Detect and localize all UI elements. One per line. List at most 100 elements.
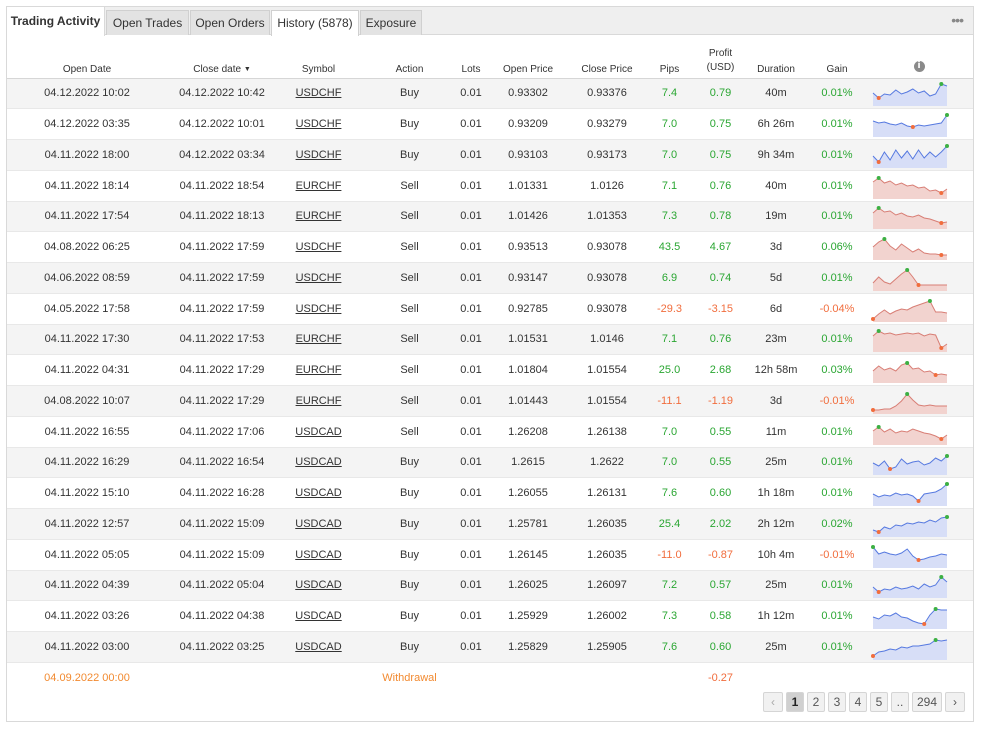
more-options-icon[interactable]: ••• bbox=[951, 13, 964, 27]
symbol-link[interactable]: EURCHF bbox=[277, 354, 360, 386]
symbol-link[interactable]: USDCAD bbox=[277, 477, 360, 509]
table-row[interactable]: 04.11.2022 16:55 04.11.2022 17:06 USDCAD Se… bbox=[7, 416, 973, 448]
table-row[interactable]: 04.11.2022 12:57 04.11.2022 15:09 USDCAD Bu… bbox=[7, 508, 973, 540]
profit-cell: -0.87 bbox=[698, 539, 743, 571]
table-row[interactable]: 04.08.2022 10:07 04.11.2022 17:29 EURCHF Se… bbox=[7, 385, 973, 417]
gain-cell: 0.01% bbox=[809, 600, 865, 632]
profit-cell: 0.60 bbox=[698, 631, 743, 663]
col-duration[interactable]: Duration bbox=[743, 42, 809, 79]
table-row[interactable]: 04.11.2022 18:14 04.11.2022 18:54 EURCHF Se… bbox=[7, 170, 973, 202]
table-row[interactable]: 04.11.2022 05:05 04.11.2022 15:09 USDCAD Bu… bbox=[7, 539, 973, 571]
open-date-cell: 04.08.2022 06:25 bbox=[7, 231, 167, 263]
symbol-link[interactable]: USDCHF bbox=[277, 139, 360, 171]
open-date-cell: 04.11.2022 18:14 bbox=[7, 170, 167, 202]
symbol-link[interactable]: USDCAD bbox=[277, 508, 360, 540]
action-cell: Buy bbox=[360, 477, 459, 509]
col-close-date[interactable]: Close date ▼ bbox=[167, 42, 277, 79]
symbol-link[interactable]: USDCAD bbox=[277, 447, 360, 479]
close-price-cell: 0.93173 bbox=[573, 139, 641, 171]
open-date-cell: 04.11.2022 15:10 bbox=[7, 477, 167, 509]
tab-history[interactable]: History (5878) bbox=[271, 10, 359, 36]
prev-page-button[interactable]: ‹ bbox=[763, 692, 783, 712]
pips-cell: 7.3 bbox=[641, 201, 698, 233]
page-button-5[interactable]: 5 bbox=[870, 692, 888, 712]
action-cell: Buy bbox=[360, 539, 459, 571]
symbol-link[interactable]: USDCHF bbox=[277, 231, 360, 263]
action-cell: Sell bbox=[360, 385, 459, 417]
next-page-button[interactable]: › bbox=[945, 692, 965, 712]
table-row[interactable]: 04.12.2022 03:35 04.12.2022 10:01 USDCHF Bu… bbox=[7, 108, 973, 140]
pips-cell: 7.1 bbox=[641, 324, 698, 356]
lots-cell: 0.01 bbox=[459, 508, 483, 540]
symbol-link[interactable]: USDCAD bbox=[277, 570, 360, 602]
col-open-date[interactable]: Open Date bbox=[7, 42, 167, 79]
action-cell: Buy bbox=[360, 570, 459, 602]
col-gain[interactable]: Gain bbox=[809, 42, 865, 79]
gain-cell: 0.01% bbox=[809, 416, 865, 448]
col-pips[interactable]: Pips bbox=[641, 42, 698, 79]
lots-cell: 0.01 bbox=[459, 385, 483, 417]
duration-cell: 6d bbox=[743, 293, 809, 325]
table-row[interactable]: 04.05.2022 17:58 04.11.2022 17:59 USDCHF Se… bbox=[7, 293, 973, 325]
profit-cell: 2.68 bbox=[698, 354, 743, 386]
symbol-link[interactable]: USDCHF bbox=[277, 293, 360, 325]
tab-open-orders[interactable]: Open Orders bbox=[190, 10, 270, 35]
table-row[interactable]: 04.08.2022 06:25 04.11.2022 17:59 USDCHF Se… bbox=[7, 231, 973, 263]
col-close-price[interactable]: Close Price bbox=[573, 42, 641, 79]
pips-cell: 7.0 bbox=[641, 416, 698, 448]
symbol-link[interactable]: USDCAD bbox=[277, 416, 360, 448]
page-button-1[interactable]: 1 bbox=[786, 692, 804, 712]
symbol-link[interactable]: USDCAD bbox=[277, 539, 360, 571]
close-price-cell: 0.93279 bbox=[573, 108, 641, 140]
table-row[interactable]: 04.12.2022 10:02 04.12.2022 10:42 USDCHF Bu… bbox=[7, 78, 973, 110]
tab-exposure[interactable]: Exposure bbox=[360, 10, 422, 35]
gain-cell: 0.01% bbox=[809, 108, 865, 140]
symbol-link[interactable]: USDCHF bbox=[277, 262, 360, 294]
action-cell: Buy bbox=[360, 447, 459, 479]
tab-open-trades[interactable]: Open Trades bbox=[106, 10, 189, 35]
table-row[interactable]: 04.11.2022 03:00 04.11.2022 03:25 USDCAD Bu… bbox=[7, 631, 973, 663]
symbol-link[interactable]: USDCHF bbox=[277, 78, 360, 110]
col-profit[interactable]: Profit (USD) bbox=[698, 42, 743, 79]
table-row[interactable]: 04.11.2022 17:30 04.11.2022 17:53 EURCHF Se… bbox=[7, 324, 973, 356]
table-row[interactable]: 04.11.2022 17:54 04.11.2022 18:13 EURCHF Se… bbox=[7, 201, 973, 233]
col-symbol[interactable]: Symbol bbox=[277, 42, 360, 79]
table-row[interactable]: 04.11.2022 04:39 04.11.2022 05:04 USDCAD Bu… bbox=[7, 570, 973, 602]
col-close-date-label: Close date bbox=[193, 63, 242, 75]
close-price-cell: 1.01353 bbox=[573, 201, 641, 233]
table-row[interactable]: 04.11.2022 16:29 04.11.2022 16:54 USDCAD Bu… bbox=[7, 447, 973, 479]
table-row[interactable]: 04.11.2022 15:10 04.11.2022 16:28 USDCAD Bu… bbox=[7, 477, 973, 509]
table-row[interactable]: 04.11.2022 03:26 04.11.2022 04:38 USDCAD Bu… bbox=[7, 600, 973, 632]
symbol-link[interactable]: USDCHF bbox=[277, 108, 360, 140]
page-button-4[interactable]: 4 bbox=[849, 692, 867, 712]
col-open-price[interactable]: Open Price bbox=[483, 42, 573, 79]
symbol-link[interactable]: USDCAD bbox=[277, 631, 360, 663]
table-row[interactable]: 04.06.2022 08:59 04.11.2022 17:59 USDCHF Se… bbox=[7, 262, 973, 294]
page-button-2[interactable]: 2 bbox=[807, 692, 825, 712]
close-date-cell: 04.12.2022 10:01 bbox=[167, 108, 277, 140]
duration-cell: 12h 58m bbox=[743, 354, 809, 386]
col-lots[interactable]: Lots bbox=[459, 42, 483, 79]
pips-cell: 7.0 bbox=[641, 108, 698, 140]
trade-sparkline bbox=[865, 416, 973, 448]
close-date-cell: 04.12.2022 10:42 bbox=[167, 78, 277, 110]
table-header: Open Date Close date ▼ Symbol Action Lot… bbox=[7, 42, 973, 79]
tab-trading-activity[interactable]: Trading Activity bbox=[7, 7, 105, 36]
trade-sparkline bbox=[865, 385, 973, 417]
open-price-cell: 1.01804 bbox=[483, 354, 573, 386]
close-price-cell: 0.93078 bbox=[573, 231, 641, 263]
symbol-link[interactable]: USDCAD bbox=[277, 600, 360, 632]
open-price-cell: 1.25929 bbox=[483, 600, 573, 632]
page-button-3[interactable]: 3 bbox=[828, 692, 846, 712]
table-row[interactable]: 04.11.2022 18:00 04.12.2022 03:34 USDCHF Bu… bbox=[7, 139, 973, 171]
col-action[interactable]: Action bbox=[360, 42, 459, 79]
symbol-link[interactable]: EURCHF bbox=[277, 324, 360, 356]
info-icon[interactable]: i bbox=[913, 60, 925, 72]
symbol-link[interactable]: EURCHF bbox=[277, 385, 360, 417]
open-date-cell: 04.11.2022 03:26 bbox=[7, 600, 167, 632]
pips-cell: 7.1 bbox=[641, 170, 698, 202]
symbol-link[interactable]: EURCHF bbox=[277, 170, 360, 202]
page-button-last[interactable]: 294 bbox=[912, 692, 942, 712]
table-row[interactable]: 04.11.2022 04:31 04.11.2022 17:29 EURCHF Se… bbox=[7, 354, 973, 386]
symbol-link[interactable]: EURCHF bbox=[277, 201, 360, 233]
